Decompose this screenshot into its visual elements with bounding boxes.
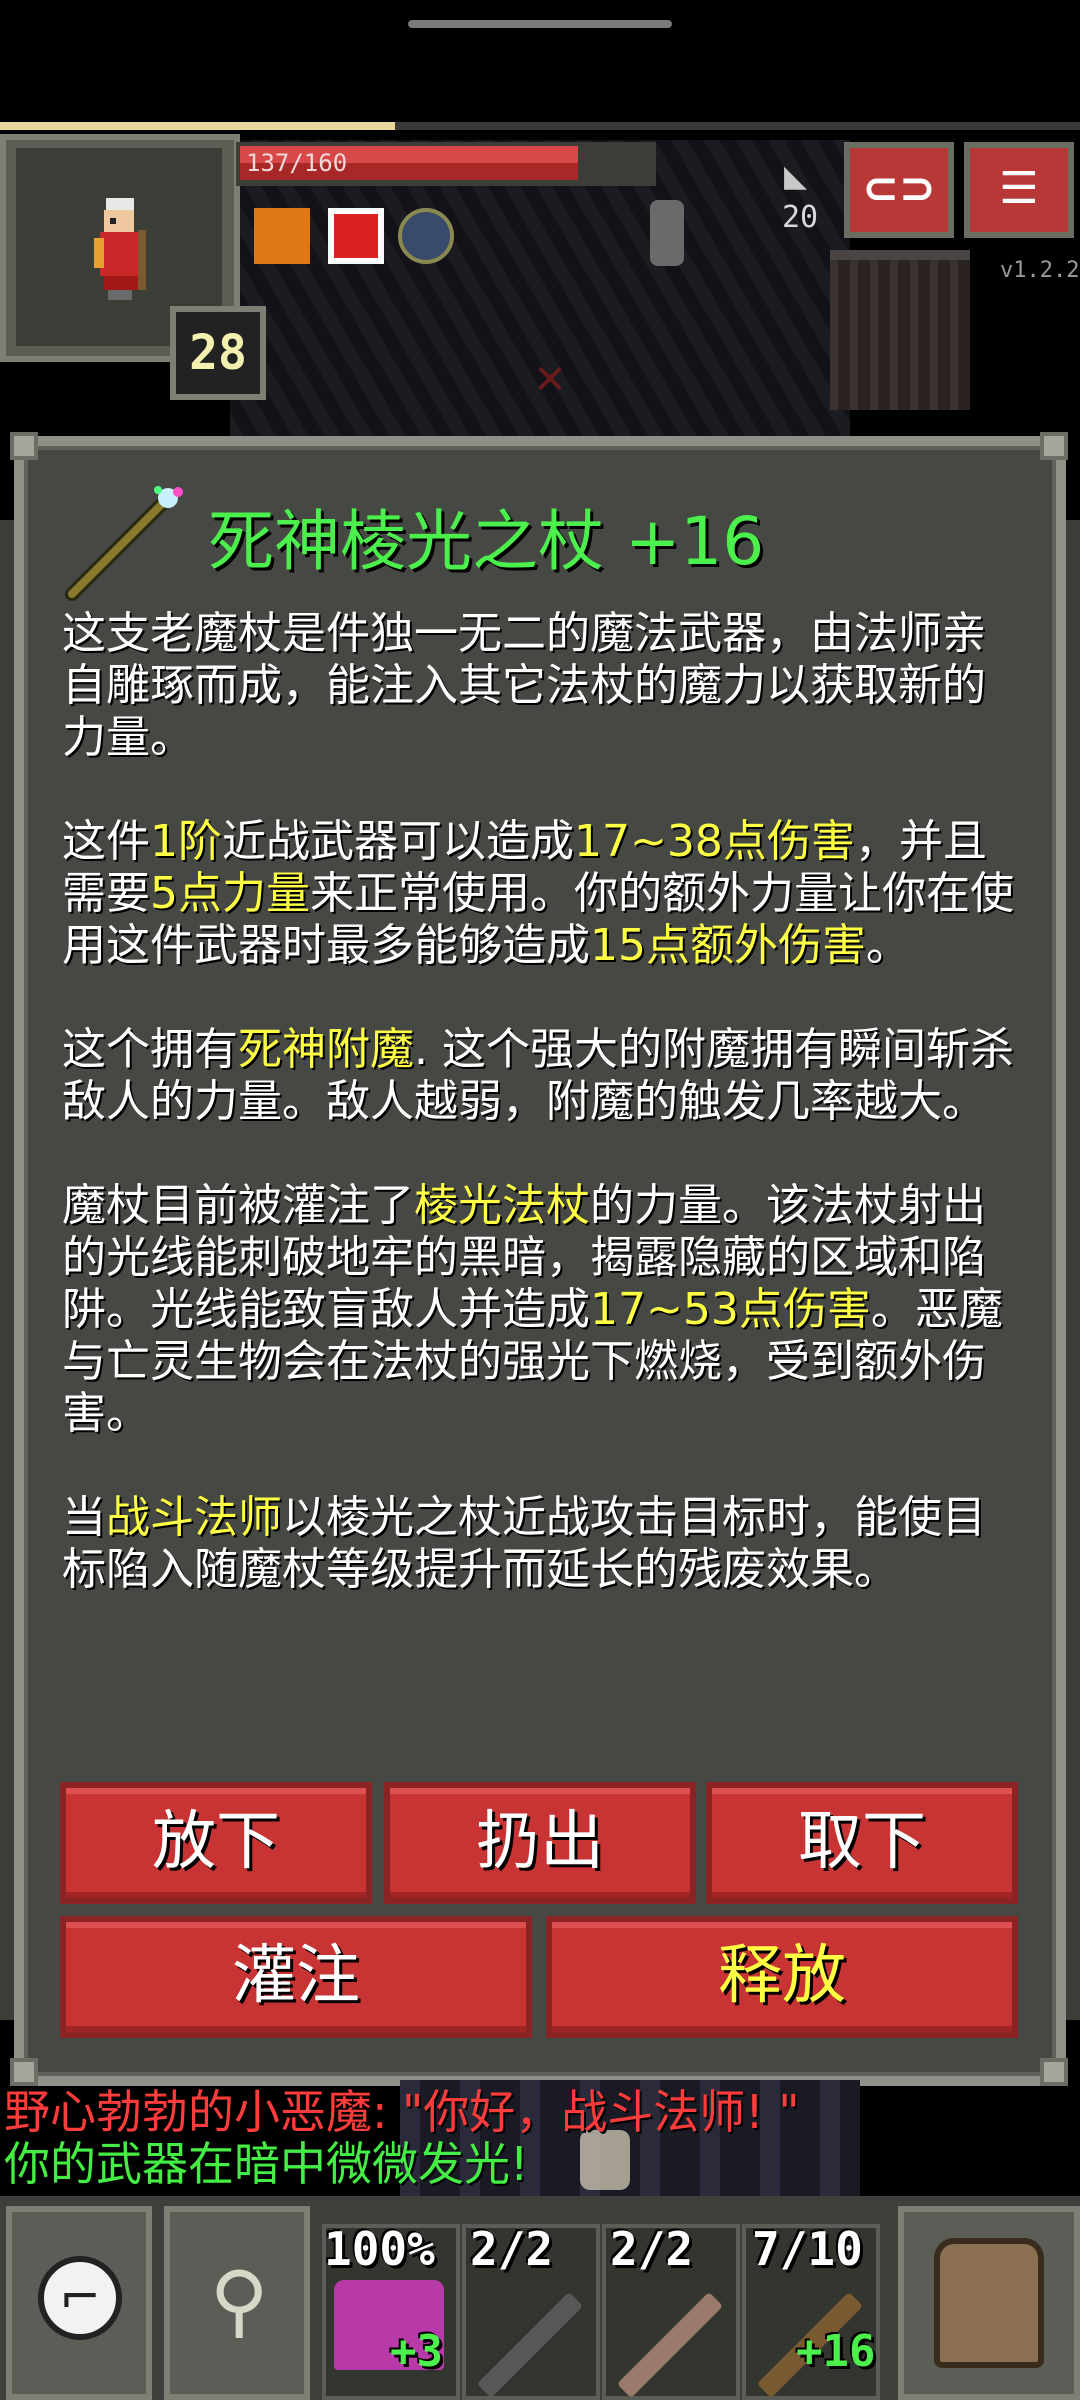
highlight-text: 棱光法杖 xyxy=(414,1180,590,1231)
mage-staff-icon xyxy=(65,486,183,601)
quickslot-label: 7/10 xyxy=(752,2222,863,2276)
release-button[interactable]: 释放 xyxy=(546,1916,1018,2038)
description-text: 。 xyxy=(866,920,910,971)
description-text: 魔杖目前被灌注了 xyxy=(62,1180,414,1231)
hero-level: 28 xyxy=(170,306,266,400)
clock-icon: ⌐ xyxy=(38,2256,122,2340)
game-log: 野心勃勃的小恶魔: "你好，战斗法师! " 你的武器在暗中微微发光! xyxy=(4,2086,800,2190)
quickslot-upgrade: +16 xyxy=(796,2326,876,2377)
description-paragraph: 魔杖目前被灌注了棱光法杖的力量。该法杖射出的光线能刺破地牢的黑暗，揭露隐藏的区域… xyxy=(62,1180,1024,1440)
journal-button[interactable]: ⊂⊃ xyxy=(844,142,954,238)
window-corner xyxy=(1040,432,1068,460)
orange-buff-icon[interactable] xyxy=(254,208,310,264)
item-description: 这支老魔杖是件独一无二的魔法武器，由法师亲自雕琢而成，能注入其它法杖的魔力以获取… xyxy=(62,608,1024,1648)
item-title: 死神棱光之杖 +16 xyxy=(208,503,765,580)
window-corner xyxy=(10,432,38,460)
quickslot-upgrade: +3 xyxy=(390,2326,443,2377)
version-label: v1.2.2 xyxy=(1000,258,1080,283)
description-paragraph: 当战斗法师以棱光之杖近战攻击目标时，能使目标陷入随魔杖等级提升而延长的残废效果。 xyxy=(62,1492,1024,1596)
description-text: 这件 xyxy=(62,816,150,867)
menu-button[interactable]: ☰ xyxy=(964,142,1074,238)
window-corner xyxy=(10,2058,38,2086)
description-text: 这支老魔杖是件独一无二的魔法武器，由法师亲自雕琢而成，能注入其它法杖的魔力以获取… xyxy=(62,608,986,763)
battlemage-hero-icon xyxy=(94,198,146,300)
highlight-text: 战斗法师 xyxy=(106,1492,282,1543)
dungeon-wall xyxy=(830,260,970,410)
journal-icon: ⊂⊃ xyxy=(862,163,936,214)
throw-button[interactable]: 扔出 xyxy=(384,1782,696,1904)
hp-text: 137/160 xyxy=(246,149,348,177)
quickslot-label: 100% xyxy=(324,2222,435,2276)
log-message: 你的武器在暗中微微发光! xyxy=(4,2137,529,2191)
highlight-text: 5点力量 xyxy=(150,868,310,919)
highlight-text: 17~38点伤害 xyxy=(574,816,855,867)
description-paragraph: 这个拥有死神附魔. 这个强大的附魔拥有瞬间斩杀敌人的力量。敌人越弱，附魔的触发几… xyxy=(62,1024,1024,1128)
trap-rune-icon: ✕ xyxy=(533,357,567,403)
blue-orb-buff-icon[interactable] xyxy=(398,208,454,264)
barrel-icon xyxy=(650,200,684,266)
magnifier-icon: ⚲ xyxy=(209,2254,269,2347)
backpack-icon xyxy=(934,2238,1044,2368)
highlight-text: 1阶 xyxy=(150,816,222,867)
dungeon-depth: 20 xyxy=(782,200,819,235)
menu-icon: ☰ xyxy=(999,163,1039,214)
imbue-button[interactable]: 灌注 xyxy=(60,1916,532,2038)
window-corner xyxy=(1040,2058,1068,2086)
experience-bar-fill xyxy=(0,122,395,130)
quickslot-label: 2/2 xyxy=(470,2222,554,2276)
highlight-text: 死神附魔 xyxy=(238,1024,414,1075)
right-edge-wall xyxy=(1064,520,1080,2020)
quickslot-label: 2/2 xyxy=(610,2222,694,2276)
description-paragraph: 这件1阶近战武器可以造成17~38点伤害，并且需要5点力量来正常使用。你的额外力… xyxy=(62,816,1024,972)
highlight-text: 15点额外伤害 xyxy=(590,920,866,971)
gesture-handle xyxy=(408,20,672,28)
description-text: 当 xyxy=(62,1492,106,1543)
log-message: 野心勃勃的小恶魔: "你好，战斗法师! " xyxy=(4,2085,800,2139)
description-text: 近战武器可以造成 xyxy=(222,816,574,867)
stairs-depth-icon: ◣ xyxy=(784,159,808,194)
unequip-button[interactable]: 取下 xyxy=(706,1782,1018,1904)
highlight-text: 17~53点伤害 xyxy=(590,1284,871,1335)
red-cross-buff-icon[interactable] xyxy=(328,208,384,264)
description-paragraph: 这支老魔杖是件独一无二的魔法武器，由法师亲自雕琢而成，能注入其它法杖的魔力以获取… xyxy=(62,608,1024,764)
description-text: 这个拥有 xyxy=(62,1024,238,1075)
drop-button[interactable]: 放下 xyxy=(60,1782,372,1904)
